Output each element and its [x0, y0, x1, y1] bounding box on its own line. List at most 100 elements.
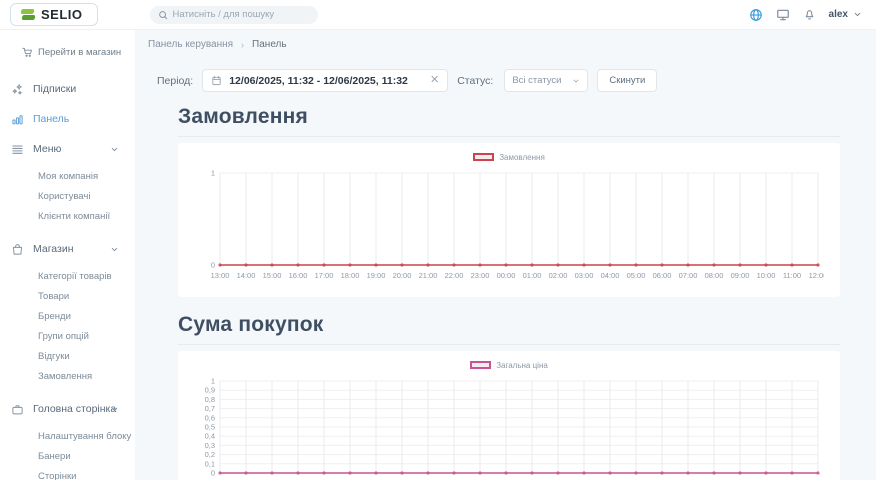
svg-text:13:00: 13:00: [211, 271, 230, 280]
sidebar-item-go-to-store[interactable]: Перейти в магазин: [0, 47, 135, 58]
svg-text:23:00: 23:00: [471, 271, 490, 280]
global-search[interactable]: [150, 6, 318, 24]
svg-text:0,3: 0,3: [205, 441, 215, 450]
svg-text:07:00: 07:00: [679, 271, 698, 280]
svg-text:02:00: 02:00: [549, 271, 568, 280]
chevron-down-icon: [853, 10, 862, 19]
purchase-sum-section: Сума покупок Загальна ціна 10,90,80,70,6…: [178, 313, 840, 480]
purchase-sum-legend-label: Загальна ціна: [496, 361, 548, 370]
breadcrumb: Панель керування › Панель: [148, 39, 840, 50]
sidebar-subitems-menu: Моя компаніяКористувачіКлієнти компанії: [0, 164, 135, 234]
status-select[interactable]: Всі статуси: [504, 69, 588, 92]
logo[interactable]: SELIO: [10, 3, 98, 26]
sidebar-subitem[interactable]: Сторінки: [0, 466, 135, 480]
menu-icon: [11, 143, 24, 156]
purchase-sum-chart-plot: 10,90,80,70,60,50,40,30,20,1013:0014:001…: [194, 373, 824, 480]
svg-text:08:00: 08:00: [705, 271, 724, 280]
sidebar-subitem[interactable]: Користувачі: [0, 186, 135, 206]
chevron-down-icon: [110, 405, 119, 414]
sidebar-subitems-store: Категорії товарівТовариБрендиГрупи опцій…: [0, 264, 135, 394]
svg-text:0,2: 0,2: [205, 450, 215, 459]
breadcrumb-separator-icon: ›: [241, 40, 244, 50]
sidebar-subitem[interactable]: Замовлення: [0, 366, 135, 386]
language-globe-icon[interactable]: [749, 8, 763, 22]
logo-text: SELIO: [41, 7, 83, 22]
orders-legend-swatch: [473, 153, 494, 161]
period-label: Період:: [157, 75, 193, 87]
svg-text:09:00: 09:00: [731, 271, 750, 280]
search-icon: [158, 10, 168, 20]
orders-section: Замовлення Замовлення 1013:0014:0015:001…: [178, 105, 840, 297]
sidebar-item-store[interactable]: Магазин: [0, 234, 135, 264]
orders-chart-card: Замовлення 1013:0014:0015:0016:0017:0018…: [178, 143, 840, 297]
svg-text:0,1: 0,1: [205, 459, 215, 468]
filter-row: Період: 12/06/2025, 11:32 - 12/06/2025, …: [157, 69, 840, 92]
sidebar-item-label: Перейти в магазин: [38, 47, 121, 58]
sidebar-item-label: Головна сторінка: [33, 403, 116, 415]
bag-icon: [11, 243, 24, 256]
reset-filters-button[interactable]: Скинути: [597, 69, 657, 92]
sidebar-subitem[interactable]: Клієнти компанії: [0, 206, 135, 226]
svg-text:0,6: 0,6: [205, 413, 215, 422]
sidebar-item-label: Панель: [33, 113, 69, 125]
svg-text:0: 0: [211, 261, 215, 270]
chevron-down-icon: [110, 245, 119, 254]
purchase-sum-chart-card: Загальна ціна 10,90,80,70,60,50,40,30,20…: [178, 351, 840, 480]
svg-text:04:00: 04:00: [601, 271, 620, 280]
selio-logo-icon: [21, 8, 35, 22]
svg-text:00:00: 00:00: [497, 271, 516, 280]
orders-legend-label: Замовлення: [499, 153, 545, 162]
sidebar-subitems-homepage: Налаштування блокуБанериСторінкиНовини/Б…: [0, 424, 135, 480]
svg-text:0,4: 0,4: [205, 432, 215, 441]
purchase-sum-legend-swatch: [470, 361, 491, 369]
svg-text:15:00: 15:00: [263, 271, 282, 280]
svg-text:03:00: 03:00: [575, 271, 594, 280]
sidebar: Перейти в магазин Підписки Панель Меню Моя …: [0, 30, 135, 480]
svg-text:10:00: 10:00: [757, 271, 776, 280]
user-menu[interactable]: alex: [829, 9, 862, 20]
svg-text:22:00: 22:00: [445, 271, 464, 280]
calendar-icon: [211, 75, 222, 86]
sidebar-subitem[interactable]: Товари: [0, 286, 135, 306]
svg-text:16:00: 16:00: [289, 271, 308, 280]
sidebar-item-homepage[interactable]: Головна сторінка: [0, 394, 135, 424]
notifications-bell-icon[interactable]: [803, 8, 816, 21]
sidebar-item-label: Магазин: [33, 243, 74, 255]
orders-section-title: Замовлення: [178, 105, 840, 137]
breadcrumb-dashboard-root[interactable]: Панель керування: [148, 39, 233, 50]
main-content: Панель керування › Панель Період: 12/06/…: [135, 30, 876, 480]
svg-text:01:00: 01:00: [523, 271, 542, 280]
svg-text:19:00: 19:00: [367, 271, 386, 280]
status-label: Статус:: [457, 75, 493, 87]
svg-text:14:00: 14:00: [237, 271, 256, 280]
svg-text:12:00: 12:00: [809, 271, 824, 280]
sidebar-item-label: Меню: [33, 143, 61, 155]
orders-legend[interactable]: Замовлення: [194, 150, 824, 164]
sidebar-subitem[interactable]: Банери: [0, 446, 135, 466]
sidebar-subitem[interactable]: Групи опцій: [0, 326, 135, 346]
sidebar-subitem[interactable]: Категорії товарів: [0, 266, 135, 286]
sidebar-item-menu[interactable]: Меню: [0, 134, 135, 164]
clear-period-icon[interactable]: ✕: [426, 75, 439, 86]
sidebar-subitem[interactable]: Бренди: [0, 306, 135, 326]
sidebar-item-label: Підписки: [33, 83, 76, 95]
search-input[interactable]: [173, 9, 310, 20]
sidebar-subitem[interactable]: Відгуки: [0, 346, 135, 366]
svg-text:1: 1: [211, 377, 215, 386]
svg-text:18:00: 18:00: [341, 271, 360, 280]
sidebar-subitem[interactable]: Налаштування блоку: [0, 426, 135, 446]
chevron-down-icon: [110, 145, 119, 154]
svg-text:0,7: 0,7: [205, 404, 215, 413]
sidebar-subitem[interactable]: Моя компанія: [0, 166, 135, 186]
display-monitor-icon[interactable]: [776, 8, 790, 22]
svg-text:11:00: 11:00: [783, 271, 801, 280]
chevron-down-icon: [572, 77, 580, 85]
sidebar-item-subscriptions[interactable]: Підписки: [0, 74, 135, 104]
period-date-range-input[interactable]: 12/06/2025, 11:32 - 12/06/2025, 11:32 ✕: [202, 69, 448, 92]
svg-text:0,5: 0,5: [205, 423, 215, 432]
svg-text:17:00: 17:00: [315, 271, 334, 280]
status-value: Всі статуси: [512, 75, 561, 86]
sidebar-item-dashboard[interactable]: Панель: [0, 104, 135, 134]
cart-icon: [22, 47, 33, 58]
purchase-sum-legend[interactable]: Загальна ціна: [194, 358, 824, 372]
